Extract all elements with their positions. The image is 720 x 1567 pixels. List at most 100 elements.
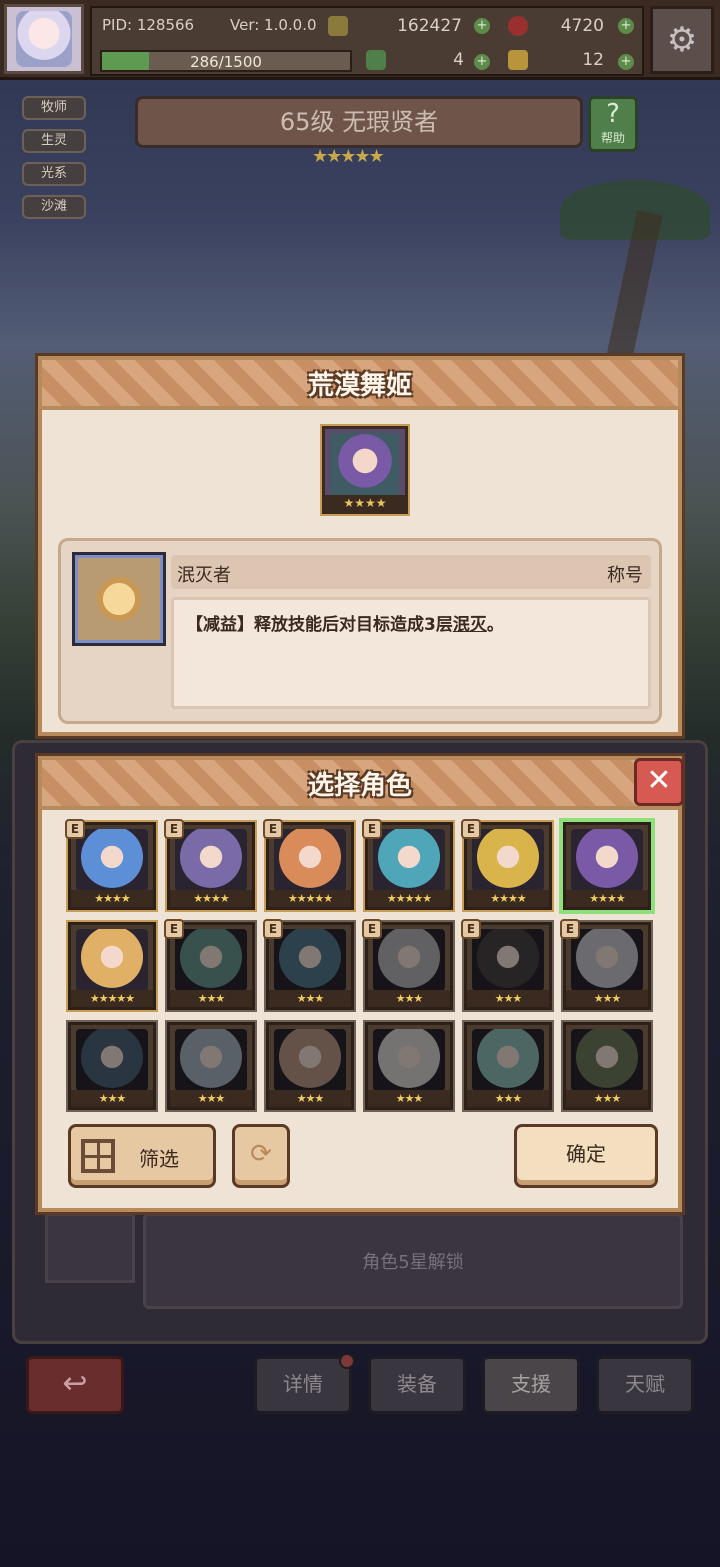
filter-button[interactable]: 筛选 xyxy=(68,1124,216,1188)
tab-details[interactable]: 详情 xyxy=(254,1353,355,1414)
skill-description-box: 【减益】释放技能后对目标造成3层泯灭。 xyxy=(171,597,651,709)
unlock-requirement-text: 角色5星解锁 xyxy=(362,1252,464,1273)
character-card-art xyxy=(373,829,445,891)
add-clover-button[interactable]: + xyxy=(474,54,490,70)
character-card[interactable]: ★★★ E xyxy=(263,919,354,1010)
character-card[interactable]: ★★★ E xyxy=(560,919,651,1010)
tab-talent[interactable]: 天赋 xyxy=(596,1356,694,1414)
equipment-badge: E xyxy=(164,819,184,839)
help-label: 帮助 xyxy=(600,131,625,145)
equipment-badge: E xyxy=(65,819,85,839)
character-card-stars: ★★★ xyxy=(368,1090,450,1107)
character-card[interactable]: ★★★★ E xyxy=(65,819,156,910)
character-card[interactable]: ★★★★ E xyxy=(164,819,255,910)
character-card-stars: ★★★ xyxy=(269,990,351,1007)
equipment-badge: E xyxy=(263,819,283,839)
refresh-icon: ⟳ xyxy=(250,1139,272,1169)
character-card-stars: ★★★ xyxy=(71,1090,153,1107)
settings-button[interactable]: ⚙ xyxy=(650,6,714,74)
refresh-button[interactable]: ⟳ xyxy=(232,1124,290,1188)
tab-details-label: 详情 xyxy=(283,1372,323,1396)
back-button[interactable]: ↩ xyxy=(26,1356,124,1414)
character-card-stars: ★★★ xyxy=(467,990,549,1007)
skill-name: 泯灭者 xyxy=(177,565,231,586)
character-portrait-art xyxy=(331,433,399,495)
character-card-art xyxy=(274,1029,346,1091)
character-card-art xyxy=(175,829,247,891)
equipment-badge: E xyxy=(461,819,481,839)
character-card[interactable]: ★★★ xyxy=(68,1022,156,1110)
confirm-button[interactable]: 确定 xyxy=(514,1124,658,1188)
equipment-badge: E xyxy=(461,919,481,939)
sun-beast-icon xyxy=(91,571,147,627)
equipment-badge: E xyxy=(560,919,580,939)
back-arrow-icon: ↩ xyxy=(62,1366,88,1401)
add-key-button[interactable]: + xyxy=(618,54,634,70)
character-card-stars: ★★★★★ xyxy=(71,990,153,1007)
skill-description-prefix: 【减益】释放技能后对目标造成3层 xyxy=(186,615,453,635)
player-info-panel: PID: 128566 Ver: 1.0.0.0 162427 + 4720 +… xyxy=(90,6,644,76)
help-button[interactable]: ? 帮助 xyxy=(588,96,638,152)
character-card-stars: ★★★ xyxy=(566,990,648,1007)
character-card-art xyxy=(373,1029,445,1091)
game-version: Ver: 1.0.0.0 xyxy=(230,16,317,34)
character-card[interactable]: ★★★ E xyxy=(164,919,255,1010)
skill-info-box: 泯灭者 称号 【减益】释放技能后对目标造成3层泯灭。 xyxy=(58,538,662,724)
character-card-stars: ★★★ xyxy=(170,990,252,1007)
close-icon: ✕ xyxy=(646,763,672,798)
character-card-stars: ★★★★ xyxy=(467,890,549,907)
character-card-stars: ★★★★★ xyxy=(269,890,351,907)
character-card-stars: ★★★ xyxy=(467,1090,549,1107)
character-card-art xyxy=(175,1029,247,1091)
notification-dot xyxy=(339,1353,355,1369)
key-amount: 12 xyxy=(582,50,604,70)
tab-equipment[interactable]: 装备 xyxy=(368,1356,466,1414)
character-card-art xyxy=(571,829,643,891)
character-card[interactable]: ★★★ xyxy=(365,1022,453,1110)
question-icon: ? xyxy=(606,99,620,129)
character-card[interactable]: ★★★ E xyxy=(461,919,552,1010)
gem-icon xyxy=(508,16,528,36)
tag-class: 牧师 xyxy=(22,96,86,120)
equipment-badge: E xyxy=(362,919,382,939)
character-card[interactable]: ★★★ xyxy=(266,1022,354,1110)
equipment-badge: E xyxy=(164,919,184,939)
character-card[interactable]: ★★★★★ E xyxy=(263,819,354,910)
character-card[interactable]: ★★★★★ E xyxy=(362,819,453,910)
character-card-stars: ★★★★ xyxy=(71,890,153,907)
character-card[interactable]: ★★★ xyxy=(563,1022,651,1110)
character-card-art xyxy=(175,929,247,991)
character-card[interactable]: ★★★★ xyxy=(563,822,651,910)
player-id: PID: 128566 xyxy=(102,16,195,34)
character-card[interactable]: ★★★ E xyxy=(362,919,453,1010)
avatar-portrait xyxy=(16,11,72,67)
character-card-art xyxy=(472,1029,544,1091)
character-select-modal: 选择角色 ✕ ★★★★ E ★★★★ E ★★★★★ E ★★★★★ E ★★★★ E ★★★ ★ ★★… xyxy=(38,756,684,1212)
select-modal-title: 选择角色 xyxy=(307,770,412,801)
add-gem-button[interactable]: + xyxy=(618,18,634,34)
key-icon xyxy=(508,50,528,70)
player-avatar[interactable] xyxy=(4,4,84,74)
skill-modal-title: 荒漠舞姬 xyxy=(307,370,412,401)
character-card-stars: ★★★ xyxy=(269,1090,351,1107)
support-slot xyxy=(45,1213,135,1283)
skill-description-suffix: 。 xyxy=(486,615,504,635)
character-card[interactable]: ★★★★★ xyxy=(68,922,156,1010)
skill-keyword-link[interactable]: 泯灭 xyxy=(453,615,487,635)
character-card[interactable]: ★★★ xyxy=(464,1022,552,1110)
skill-name-bar: 泯灭者 称号 xyxy=(171,555,651,589)
tab-support[interactable]: 支援 xyxy=(482,1356,580,1414)
character-card[interactable]: ★★★ xyxy=(167,1022,255,1110)
grid-filter-icon xyxy=(81,1139,115,1173)
character-card[interactable]: ★★★★ E xyxy=(461,819,552,910)
character-card-art xyxy=(76,929,148,991)
character-card-art xyxy=(274,829,346,891)
skill-type: 称号 xyxy=(607,565,643,586)
add-gold-button[interactable]: + xyxy=(474,18,490,34)
character-card-art xyxy=(472,929,544,991)
character-stars: ★★★★★ xyxy=(312,146,385,167)
character-card-art xyxy=(76,829,148,891)
character-card-stars: ★★★ xyxy=(566,1090,648,1107)
filter-label: 筛选 xyxy=(139,1147,179,1171)
close-button[interactable]: ✕ xyxy=(634,758,684,806)
